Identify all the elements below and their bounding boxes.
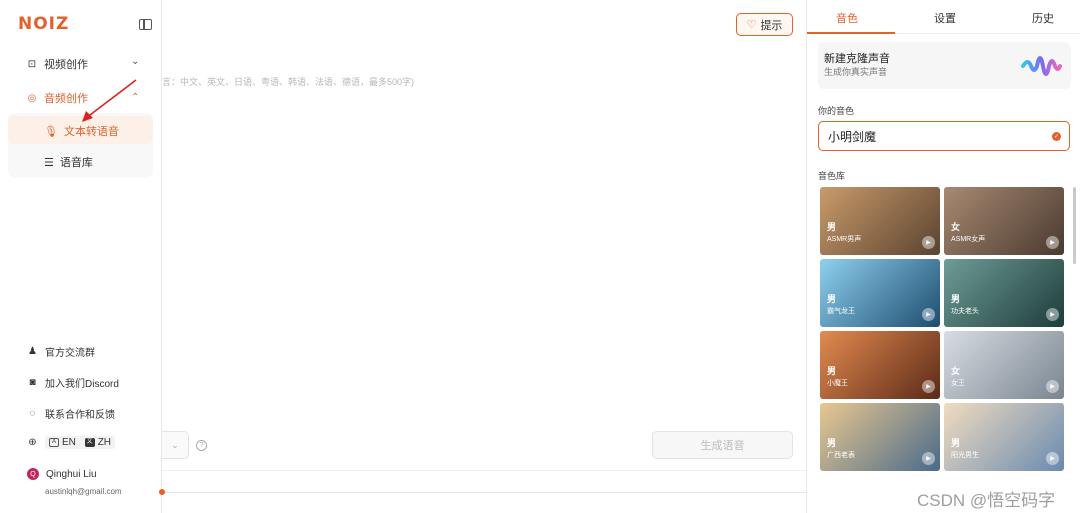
voice-library-label: 音色库	[818, 171, 846, 181]
sidebar-item-voice-library-label: 语音库	[59, 157, 93, 169]
play-icon[interactable]: ▶	[1046, 236, 1059, 249]
play-icon[interactable]: ▶	[1046, 380, 1059, 393]
language-switcher: ⊕ A EN 文 ZH	[27, 436, 116, 449]
avatar: Q	[27, 468, 39, 480]
video-icon: ⊡	[27, 58, 37, 70]
hint-button-label: 提示	[760, 19, 783, 32]
voice-name: 霸气龙王	[827, 308, 855, 315]
watermark: CSDN @悟空码字	[917, 491, 1056, 510]
user-profile[interactable]: Q Qinghui Liu	[27, 468, 97, 480]
tab-history[interactable]: 历史	[1032, 10, 1054, 26]
audio-icon: ◎	[27, 92, 37, 104]
user-email: austinlqh@gmail.com	[45, 487, 122, 496]
microphone-icon: 🎙︎	[44, 125, 58, 138]
voice-name: 女王	[951, 380, 965, 387]
voice-gender: 男	[951, 438, 961, 448]
voice-gender: 男	[827, 222, 837, 232]
play-icon[interactable]: ▶	[1046, 308, 1059, 321]
annotation-arrow-icon	[82, 79, 137, 122]
voice-card[interactable]: 男 ASMR男声 ▶	[820, 187, 940, 255]
nav-video-creation[interactable]: ⊡ 视频创作	[26, 56, 88, 72]
voice-card[interactable]: 男阳光男生 ▶	[944, 403, 1064, 471]
sidebar-collapse-icon[interactable]	[139, 19, 152, 30]
voice-gender: 女	[951, 366, 961, 376]
nav-video-label: 视频创作	[44, 59, 88, 71]
voice-gender: 女	[951, 222, 961, 232]
chevron-down-icon: ⌄	[171, 439, 179, 450]
play-icon[interactable]: ▶	[922, 380, 935, 393]
tab-voice[interactable]: 音色	[836, 10, 858, 26]
voice-gender: 男	[827, 294, 837, 304]
voice-gender: 男	[951, 294, 961, 304]
play-icon[interactable]: ▶	[922, 308, 935, 321]
community-group-label: 官方交流群	[45, 348, 95, 359]
lang-en-icon: A	[49, 438, 59, 447]
voice-name: ASMR男声	[827, 236, 862, 243]
voice-card[interactable]: 男广西老表 ▶	[820, 403, 940, 471]
sidebar: NOIZ ⊡ 视频创作 ⌄ ◎ 音频创作 ⌃ 🎙︎ 文本转语音 ☰ 语音库 ♟ …	[0, 0, 162, 513]
app-root: NOIZ ⊡ 视频创作 ⌄ ◎ 音频创作 ⌃ 🎙︎ 文本转语音 ☰ 语音库 ♟ …	[0, 0, 1080, 513]
tab-settings[interactable]: 设置	[934, 10, 956, 26]
language-toggle: A EN 文 ZH	[45, 436, 116, 449]
editor-divider	[162, 470, 806, 471]
voice-card[interactable]: 女 ASMR女声 ▶	[944, 187, 1064, 255]
play-icon[interactable]: ▶	[922, 236, 935, 249]
user-name: Qinghui Liu	[46, 468, 97, 480]
voice-name: 功夫老头	[951, 308, 979, 315]
clone-voice-subtitle: 生成你真实声音	[824, 67, 888, 77]
sidebar-item-tts[interactable]: 🎙︎ 文本转语音	[44, 123, 119, 139]
app-logo[interactable]: NOIZ	[18, 14, 69, 34]
soundwave-icon	[1021, 56, 1062, 76]
playback-track[interactable]	[162, 492, 806, 493]
help-icon[interactable]: ?	[196, 440, 207, 451]
feedback-link[interactable]: ◌ 联系合作和反馈	[27, 406, 115, 421]
voice-card[interactable]: 女女王 ▶	[944, 331, 1064, 399]
hint-button[interactable]: ♡ 提示	[736, 13, 793, 36]
voice-gender: 男	[827, 438, 837, 448]
qq-icon: ♟	[28, 346, 37, 357]
lang-en-option[interactable]: EN	[62, 437, 76, 448]
playback-handle[interactable]	[159, 489, 165, 495]
play-icon[interactable]: ▶	[922, 452, 935, 465]
panel-tabs: 音色 设置 历史	[807, 0, 1080, 34]
discord-label: 加入我们Discord	[45, 379, 119, 390]
tts-editor: ♡ 提示 言：中文、英文、日语、粤语、韩语、法语、德语，最多500字) ⌄ ? …	[159, 0, 806, 513]
sidebar-item-voice-library[interactable]: ☰ 语音库	[44, 154, 93, 170]
your-voice-label: 你的音色	[818, 106, 855, 116]
list-icon: ☰	[44, 156, 54, 169]
selected-voice-value: 小明剑魔	[828, 129, 877, 144]
clone-voice-title: 新建克隆声音	[824, 53, 890, 65]
play-icon[interactable]: ▶	[1046, 452, 1059, 465]
voice-name: 广西老表	[827, 452, 855, 459]
text-input-placeholder[interactable]: 言：中文、英文、日语、粤语、韩语、法语、德语，最多500字)	[162, 75, 414, 88]
sidebar-item-tts-label: 文本转语音	[63, 126, 119, 138]
chat-icon: ◌	[29, 408, 36, 419]
voice-card[interactable]: 男小魔王 ▶	[820, 331, 940, 399]
feedback-label: 联系合作和反馈	[45, 410, 115, 421]
lang-zh-option[interactable]: ZH	[98, 437, 111, 448]
voice-panel: 音色 设置 历史 新建克隆声音 生成你真实声音 你的音色 小明剑魔 ✓ 音色库	[806, 0, 1080, 513]
nav-audio-creation[interactable]: ◎ 音频创作	[26, 90, 88, 106]
community-group-link[interactable]: ♟ 官方交流群	[27, 344, 95, 359]
clone-voice-card[interactable]: 新建克隆声音 生成你真实声音	[818, 42, 1071, 89]
chevron-down-icon[interactable]: ⌄	[131, 56, 139, 67]
voice-name: ASMR女声	[951, 236, 986, 243]
voice-card[interactable]: 男功夫老头 ▶	[944, 259, 1064, 327]
generate-voice-button[interactable]: 生成语音	[652, 431, 793, 459]
discord-link[interactable]: ◙ 加入我们Discord	[27, 375, 119, 390]
voice-library-scrollbar[interactable]	[1073, 187, 1076, 264]
selected-voice-field[interactable]: 小明剑魔 ✓	[818, 121, 1070, 151]
globe-icon: ⊕	[28, 437, 37, 448]
voice-dropdown[interactable]: ⌄	[162, 431, 189, 459]
lightbulb-icon: ♡	[746, 19, 757, 31]
voice-card[interactable]: 男霸气龙王 ▶	[820, 259, 940, 327]
voice-name: 阳光男生	[951, 452, 979, 459]
voice-name: 小魔王	[827, 380, 848, 387]
voice-gender: 男	[827, 366, 837, 376]
lang-zh-icon: 文	[84, 438, 95, 447]
check-icon: ✓	[1052, 132, 1061, 141]
active-tab-indicator	[807, 32, 895, 34]
discord-icon: ◙	[29, 377, 36, 388]
